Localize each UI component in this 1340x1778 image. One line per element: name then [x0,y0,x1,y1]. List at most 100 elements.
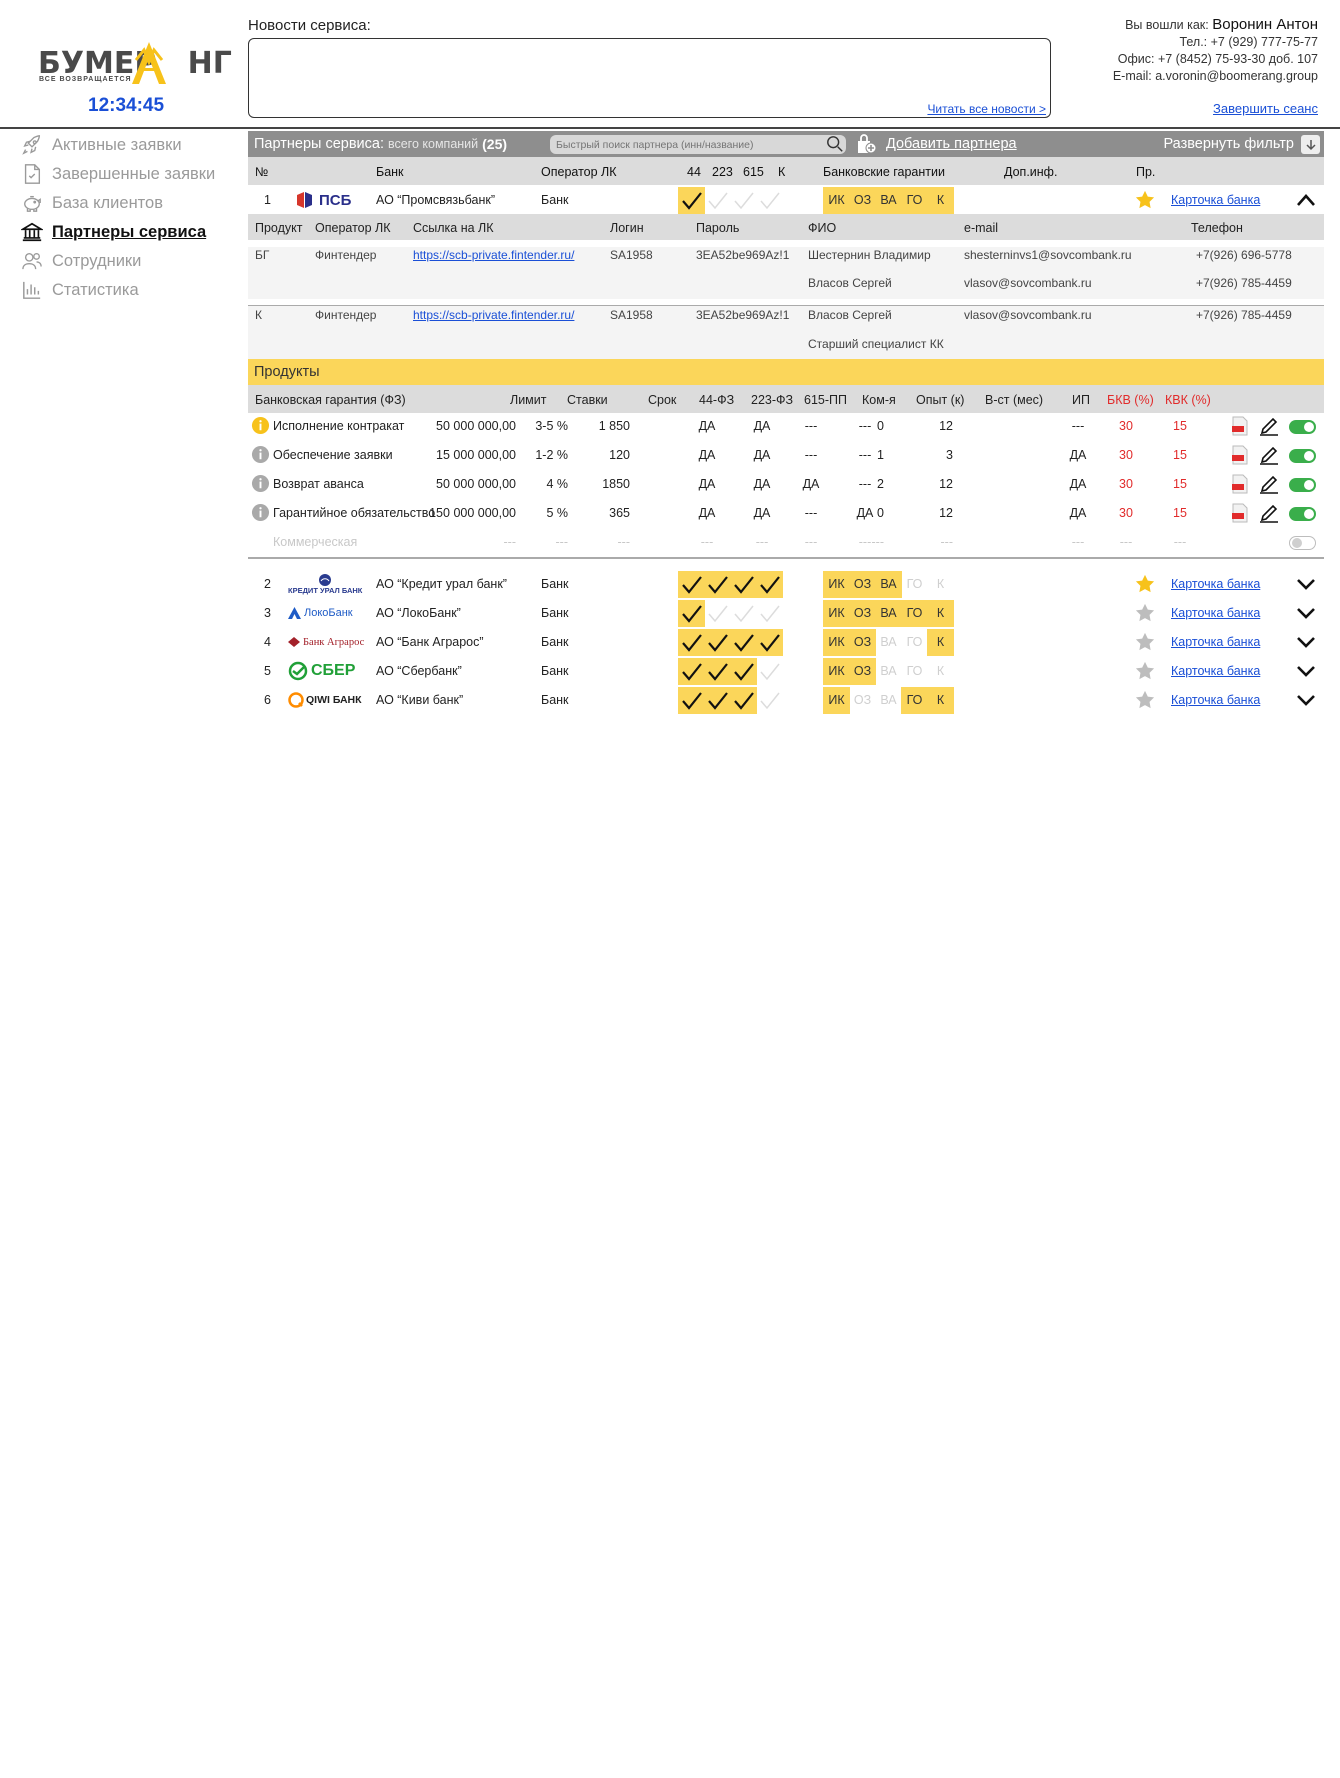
table-row[interactable]: 1 ПСБ АО “Промсвязьбанк” Банк [248,187,1324,213]
star-icon[interactable] [1135,190,1155,214]
products-title: Продукты [248,359,1324,385]
product-toggle[interactable] [1289,478,1316,492]
brand-logo[interactable]: БУМЕР НГ ВСЕ ВОЗВРАЩАЕТСЯ [38,40,232,90]
product-toggle[interactable] [1289,507,1316,521]
table-row[interactable]: 5 СБЕР АО “Сбербанк” Банк [248,658,1324,684]
bank-card-link[interactable]: Карточка банка [1171,571,1260,597]
guarantee-tag: ВА [880,664,897,678]
sidebar-item-completed-requests[interactable]: Завершенные заявки [20,161,215,187]
acc-link[interactable]: https://scb-private.fintender.ru/ [413,248,574,262]
product-rates: 5 % [546,506,568,520]
acc-login: SA1958 [610,308,653,322]
info-icon[interactable] [251,503,270,525]
product-rates: 3-5 % [535,419,568,433]
row-num: 3 [264,606,271,620]
product-name: Возврат аванса [273,477,364,491]
product-row[interactable]: Возврат аванса 50 000 000,00 4 % 1850 ДА ДА ДА… [248,471,1324,497]
checkmark-icon [756,571,783,598]
acc-operator: Финтендер [315,308,377,322]
add-partner-button[interactable]: Добавить партнера [886,136,1017,152]
logout-link[interactable]: Завершить сеанс [1213,101,1318,116]
edit-pencil-icon[interactable] [1259,445,1279,468]
product-term: 120 [609,448,630,462]
prod-col-ip: ИП [1072,393,1090,407]
checkmark-icon [704,571,731,598]
pdf-icon[interactable] [1231,474,1249,497]
user-name: Воронин Антон [1212,16,1318,33]
chevron-down-icon[interactable] [1296,664,1316,683]
star-icon[interactable] [1135,661,1155,685]
partners-count: (25) [482,136,508,152]
sidebar-item-employees[interactable]: Сотрудники [20,248,141,274]
bank-card-link[interactable]: Карточка банка [1171,600,1260,626]
sidebar-item-service-partners[interactable]: Партнеры сервиса [20,219,206,245]
col-priority: Пр. [1136,165,1156,179]
product-toggle[interactable] [1289,449,1316,463]
product-pp615: ДА [802,477,820,491]
product-row[interactable]: Гарантийное обязательство 150 000 000,00 5… [248,500,1324,526]
acc-operator: Финтендер [315,248,377,262]
acc-password: 3EA52be969Az!1 [696,248,790,262]
product-row[interactable]: Коммерческая --- --- --- --- --- --- --- --- --- -… [248,529,1324,555]
info-icon[interactable] [251,474,270,496]
product-toggle[interactable] [1289,536,1316,550]
pdf-icon[interactable] [1231,503,1249,526]
product-bkv: 30 [1119,448,1133,462]
acc-link[interactable]: https://scb-private.fintender.ru/ [413,308,574,322]
bank-card-link[interactable]: Карточка банка [1171,658,1260,684]
arrow-down-icon[interactable] [1301,135,1320,154]
acc-col-link: Ссылка на ЛК [413,221,494,235]
info-icon[interactable] [251,416,270,438]
product-toggle[interactable] [1289,420,1316,434]
star-icon[interactable] [1135,690,1155,714]
product-fz44: ДА [698,419,716,433]
edit-pencil-icon[interactable] [1259,474,1279,497]
pdf-icon[interactable] [1231,416,1249,439]
product-row[interactable]: Обеспечение заявки 15 000 000,00 1-2 % 120 Д… [248,442,1324,468]
sidebar-item-statistics[interactable]: Статистика [20,277,139,303]
chevron-down-icon[interactable] [1296,635,1316,654]
product-bkv: 30 [1119,477,1133,491]
add-partner-icon[interactable] [855,133,879,160]
table-row[interactable]: 3 ЛокоБанк АО “ЛокоБанк” Банк [248,600,1324,626]
sidebar-item-client-base[interactable]: База клиентов [20,190,163,216]
chevron-up-icon[interactable] [1296,193,1316,212]
partners-panel: Партнеры сервиса: всего компаний (25) До… [248,131,1324,725]
bank-card-link[interactable]: Карточка банка [1171,687,1260,713]
edit-pencil-icon[interactable] [1259,503,1279,526]
user-info: Вы вошли как: Воронин Антон Тел.: +7 (92… [1113,16,1318,85]
edit-pencil-icon[interactable] [1259,416,1279,439]
product-bkv: --- [1119,535,1133,549]
product-bkv: 30 [1119,506,1133,520]
chevron-down-icon[interactable] [1296,577,1316,596]
read-all-news-link[interactable]: Читать все новости > [927,102,1046,116]
prod-col-bkv: БКВ (%) [1107,393,1154,407]
star-icon[interactable] [1135,603,1155,627]
product-row[interactable]: Исполнение контракат 50 000 000,00 3-5 % 1 … [248,413,1324,439]
guarantee-tag: К [927,629,954,656]
table-row[interactable]: 4 Банк Аграрос АО “Банк Аграрос” Банк [248,629,1324,655]
star-icon[interactable] [1135,632,1155,656]
bank-card-link[interactable]: Карточка банка [1171,187,1260,213]
star-icon[interactable] [1135,574,1155,598]
product-term: 1 850 [598,419,630,433]
bar-chart-icon [20,278,44,302]
product-limit: --- [503,535,517,549]
sidebar-item-active-requests[interactable]: Активные заявки [20,132,182,158]
partners-rows: 1 ПСБ АО “Промсвязьбанк” Банк Продукт Оп… [248,185,1324,725]
product-term: 1850 [602,477,630,491]
product-rates: 1-2 % [535,448,568,462]
table-row[interactable]: 6 QIWI БАНК АО “Киви банк” Банк [248,687,1324,713]
info-icon[interactable] [251,445,270,467]
search-icon[interactable] [826,135,844,158]
table-row[interactable]: 2 КРЕДИТ УРАЛ БАНК АО “Кредит урал банк”… [248,571,1324,597]
partner-search-input[interactable] [550,135,846,154]
bank-card-link[interactable]: Карточка банка [1171,629,1260,655]
expand-filter-button[interactable]: Развернуть фильтр [1163,136,1294,152]
guarantee-tag: ГО [906,577,923,591]
chevron-down-icon[interactable] [1296,606,1316,625]
checkmark-icon [678,600,705,627]
pdf-icon[interactable] [1231,445,1249,468]
chevron-down-icon[interactable] [1296,693,1316,712]
product-exp: 1 [877,448,884,462]
